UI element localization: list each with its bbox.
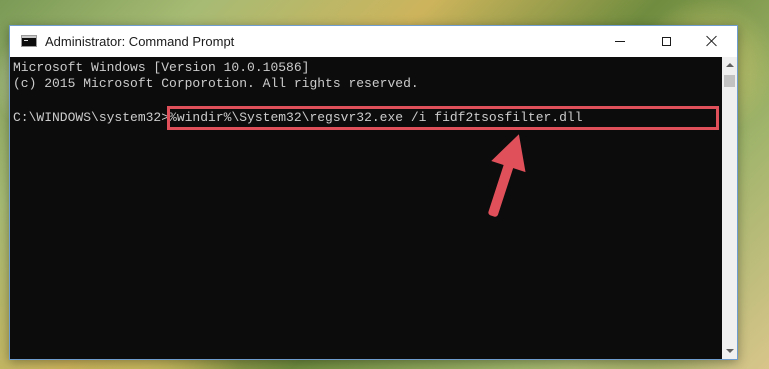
scroll-up-button[interactable]	[722, 57, 737, 73]
close-icon	[706, 35, 718, 47]
title-bar[interactable]: Administrator: Command Prompt	[10, 26, 737, 58]
maximize-icon	[661, 36, 671, 46]
scroll-thumb[interactable]	[724, 75, 735, 87]
command-prompt-window[interactable]: Administrator: Command Prompt Microsoft …	[9, 25, 738, 360]
command-highlight-box	[167, 106, 719, 130]
chevron-down-icon	[725, 349, 734, 353]
window-title: Administrator: Command Prompt	[45, 34, 235, 49]
prompt-text: C:\WINDOWS\system32>	[13, 110, 170, 125]
copyright-line: (c) 2015 Microsoft Corporotion. All righ…	[13, 76, 419, 91]
red-arrow-icon	[488, 134, 526, 217]
close-button[interactable]	[689, 26, 735, 56]
minimize-button[interactable]	[597, 26, 643, 56]
version-line: Microsoft Windows [Version 10.0.10586]	[13, 60, 310, 75]
console-icon	[21, 35, 37, 47]
minimize-icon	[615, 40, 625, 42]
chevron-up-icon	[725, 63, 734, 67]
maximize-button[interactable]	[643, 26, 689, 56]
scroll-down-button[interactable]	[722, 343, 737, 359]
console-output[interactable]: Microsoft Windows [Version 10.0.10586] (…	[10, 57, 722, 359]
vertical-scrollbar[interactable]	[722, 57, 737, 359]
